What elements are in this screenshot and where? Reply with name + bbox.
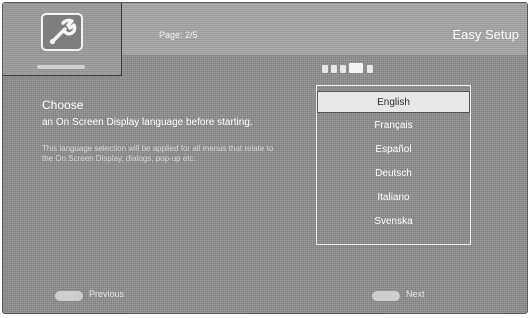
page-indicator: Page: 2/5 <box>159 30 198 40</box>
scroll-tick <box>331 65 337 73</box>
language-option-svenska[interactable]: Svenska <box>317 211 470 233</box>
scroll-tick <box>367 65 373 73</box>
scroll-tick-active <box>349 63 363 73</box>
language-option-francais[interactable]: Français <box>317 115 470 137</box>
setup-screen: Page: 2/5 Easy Setup Choose an On Screen… <box>2 2 528 314</box>
instruction-text: an On Screen Display language before sta… <box>42 117 253 128</box>
next-button-icon[interactable] <box>372 291 400 301</box>
language-option-espanol[interactable]: Español <box>317 139 470 161</box>
setup-icon-panel <box>3 3 122 76</box>
next-label[interactable]: Next <box>406 289 425 299</box>
previous-button-icon[interactable] <box>55 291 83 301</box>
language-option-deutsch[interactable]: Deutsch <box>317 163 470 185</box>
scroll-tick <box>322 65 328 73</box>
language-option-english[interactable]: English <box>317 91 470 113</box>
icon-underline <box>37 65 85 69</box>
scroll-tick <box>340 65 346 73</box>
language-list: English Français Español Deutsch Italian… <box>316 85 471 245</box>
language-note: This language selection will be applied … <box>42 144 274 163</box>
screen-title: Easy Setup <box>452 27 520 42</box>
wrench-icon <box>41 13 83 51</box>
choose-heading: Choose <box>42 98 84 112</box>
previous-label[interactable]: Previous <box>89 289 124 299</box>
language-option-italiano[interactable]: Italiano <box>317 187 470 209</box>
